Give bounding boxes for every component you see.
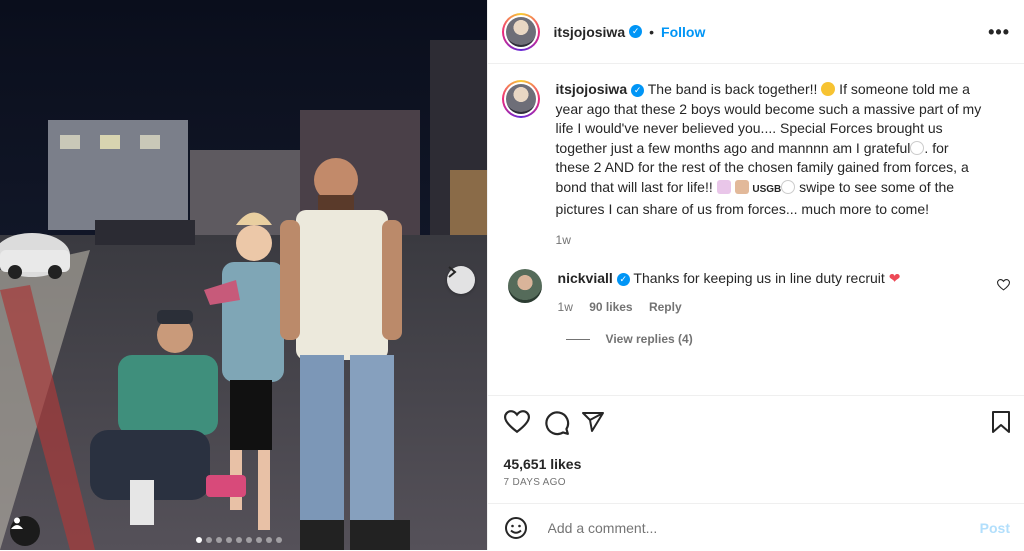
photo-scene [0,0,487,550]
comment-likes[interactable]: 90 likes [589,300,632,314]
woman-emoji-icon [716,179,731,194]
commenter-username[interactable]: nickviall [558,270,613,286]
follow-button[interactable]: Follow [661,24,705,40]
post-actions [487,395,1024,452]
like-heart-icon[interactable] [503,410,530,434]
share-icon[interactable] [581,410,605,434]
view-replies-line [565,338,590,340]
likes-count[interactable]: 45,651 likes [504,456,582,472]
next-photo-button[interactable] [447,266,475,294]
author-username[interactable]: itsjojosiwa [554,24,626,40]
author-avatar[interactable] [501,12,540,51]
comment-body: Thanks for keeping us in line duty recru… [629,270,889,287]
flexed-biceps-emoji-icon [734,179,749,194]
carousel-dot [206,537,212,543]
user-icon [11,517,23,529]
carousel-dot [266,537,272,543]
caption-time: 1w [555,233,571,248]
carousel-dot [216,537,222,543]
carousel-dot [256,537,262,543]
save-bookmark-icon[interactable] [990,410,1012,434]
post-date: 7 DAYS AGO [503,477,566,488]
sunglasses-emoji-icon [821,82,836,96]
carousel-dot [236,537,242,543]
comment-item: nickviall ✓ Thanks for keeping us in line… [502,269,1010,314]
chevron-right-icon [448,266,457,278]
post-modal: itsjojosiwa ✓ • Follow ••• itsjojosiwa ✓ … [0,0,1024,550]
verified-icon: ✓ [616,272,630,286]
caption-author-avatar[interactable] [501,80,540,118]
post-header: itsjojosiwa ✓ • Follow ••• [487,0,1024,64]
white-heart-emoji-icon [910,140,925,155]
carousel-dot [246,537,252,543]
post-comment-button[interactable]: Post [980,520,1010,536]
emoji-icon[interactable] [504,516,528,540]
tagged-users-button[interactable] [10,516,40,546]
carousel-dots [196,537,282,543]
white-heart-emoji-icon [781,179,796,194]
caption: itsjojosiwa ✓ The band is back together!!… [501,80,1010,248]
post-details-panel: itsjojosiwa ✓ • Follow ••• itsjojosiwa ✓ … [486,0,1024,551]
caption-text-1: The band is back together!! [644,81,822,97]
comment-text: nickviall ✓ Thanks for keeping us in line… [558,269,901,287]
caption-username[interactable]: itsjojosiwa [556,81,628,97]
view-replies-button[interactable]: View replies (4) [565,332,1010,347]
post-photo[interactable] [0,0,487,550]
view-replies-label: View replies (4) [605,332,693,347]
verified-icon: ✓ [631,83,645,97]
carousel-dot [276,537,282,543]
carousel-dot [196,537,202,543]
verified-icon: ✓ [629,25,643,38]
add-comment-bar: Post [487,503,1024,551]
red-heart-emoji-icon: ❤ [888,270,901,287]
comment-icon[interactable] [544,410,570,436]
like-comment-heart-icon[interactable] [997,279,1010,291]
carousel-dot [226,537,232,543]
reply-button[interactable]: Reply [649,300,682,314]
header-separator: • [649,23,655,40]
more-options-icon[interactable]: ••• [988,22,1010,43]
add-comment-input[interactable] [545,518,950,537]
commenter-avatar[interactable] [507,269,542,304]
caption-text: itsjojosiwa ✓ The band is back together!!… [556,80,986,219]
comment-meta: 1w 90 likes Reply [558,300,901,314]
comment-time: 1w [557,300,573,315]
usgb-tag: USGB [752,183,782,195]
comments-section: itsjojosiwa ✓ The band is back together!!… [488,64,1024,394]
